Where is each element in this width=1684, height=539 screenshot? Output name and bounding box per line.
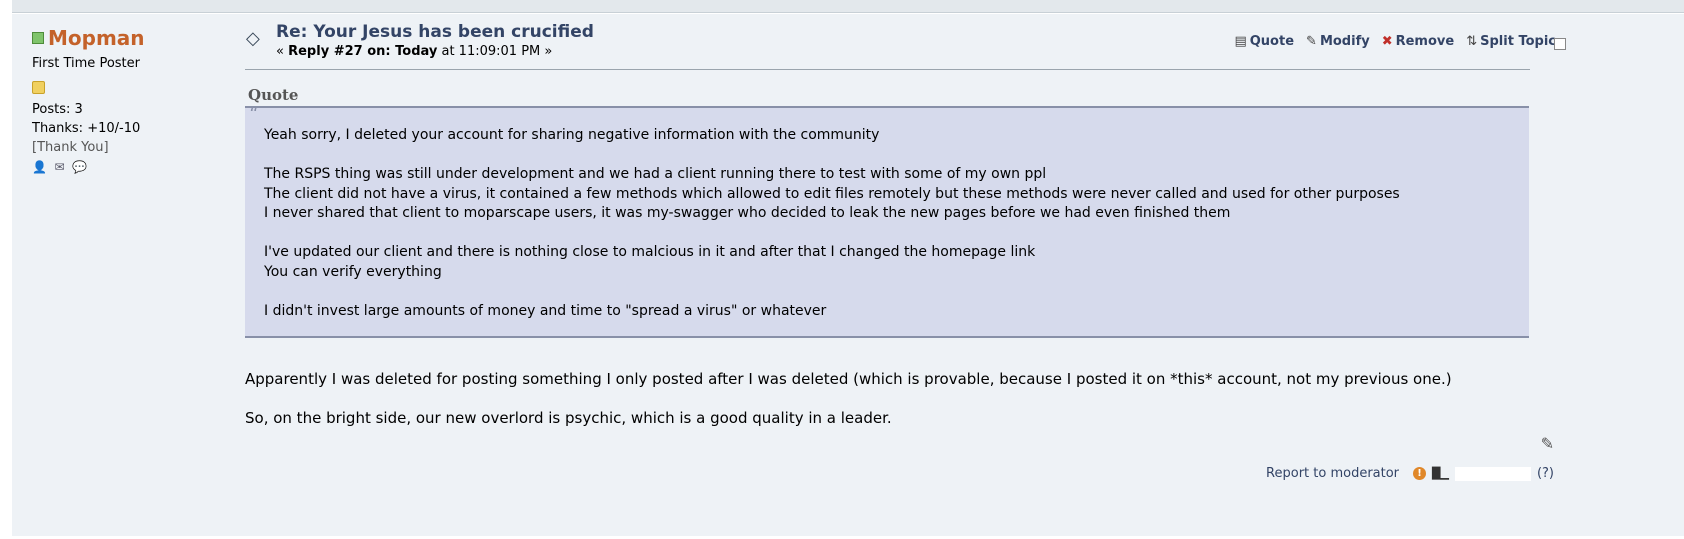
quote-block: “ Yeah sorry, I deleted your account for… (245, 104, 1529, 338)
modify-icon: ✎ (1306, 34, 1317, 49)
split-topic-icon: ⇅ (1466, 34, 1478, 49)
pm-icon[interactable]: 💬 (72, 159, 87, 174)
quote-button[interactable]: ▤ Quote (1234, 34, 1294, 49)
quote-mark-icon: “ (249, 104, 259, 125)
post-body: Apparently I was deleted for posting som… (245, 370, 1452, 448)
poster-posts: Posts: 3 (32, 102, 83, 117)
quote-line: The RSPS thing was still under developme… (264, 166, 1047, 182)
message-icon: ◇ (246, 28, 260, 49)
ip-icon: █▁ (1432, 467, 1449, 480)
quote-line: I've updated our client and there is not… (264, 244, 1036, 260)
previous-post-bottom (12, 0, 1684, 13)
help-link[interactable]: (?) (1537, 466, 1554, 481)
remove-button[interactable]: ✖ Remove (1382, 34, 1455, 49)
post-subject[interactable]: Re: Your Jesus has been crucified (276, 22, 594, 42)
quote-line: Yeah sorry, I deleted your account for s… (264, 127, 880, 143)
quote-line: I never shared that client to moparscape… (264, 205, 1231, 221)
header-divider (245, 69, 1530, 70)
split-topic-label: Split Topic (1480, 34, 1556, 49)
select-post-checkbox[interactable] (1554, 38, 1566, 50)
forum-post: Mopman First Time Poster Posts: 3 Thanks… (12, 14, 1684, 536)
poster-name-link[interactable]: Mopman (48, 26, 145, 50)
thank-you-link[interactable]: [Thank You] (32, 140, 232, 155)
remove-label: Remove (1395, 34, 1455, 49)
reply-number-link[interactable]: Reply #27 on: Today (288, 44, 437, 59)
post-paragraph: So, on the bright side, our new overlord… (245, 409, 892, 427)
modify-inline-icon[interactable]: ✎ (1541, 434, 1554, 453)
poster-thanks: Thanks: +10/-10 (32, 121, 141, 136)
poster-info: Mopman First Time Poster Posts: 3 Thanks… (32, 26, 232, 174)
quote-icon: ▤ (1234, 34, 1247, 49)
post-actions: ▤ Quote ✎ Modify ✖ Remove ⇅ Split Topic (1234, 34, 1556, 49)
online-status-icon (32, 32, 44, 44)
poster-rank: First Time Poster (32, 56, 140, 71)
quote-text: Yeah sorry, I deleted your account for s… (264, 126, 1400, 321)
post-footer: Report to moderator ! █▁ (?) (1266, 466, 1554, 481)
email-icon[interactable]: ✉ (52, 159, 67, 174)
rank-star-icon (32, 81, 45, 94)
reply-info: « Reply #27 on: Today at 11:09:01 PM » (276, 44, 552, 59)
quote-line: You can verify everything (264, 263, 442, 280)
report-to-moderator-link[interactable]: Report to moderator (1266, 466, 1399, 481)
profile-icon[interactable]: 👤 (32, 159, 47, 174)
modify-button[interactable]: ✎ Modify (1306, 34, 1370, 49)
quote-label: Quote (1249, 34, 1295, 49)
quote-line: I didn't invest large amounts of money a… (264, 302, 827, 319)
ip-address (1454, 466, 1531, 481)
reply-time: at 11:09:01 PM » (441, 44, 553, 59)
quote-header: Quote (248, 86, 299, 104)
remove-icon: ✖ (1381, 34, 1393, 49)
quote-line: The client did not have a virus, it cont… (264, 185, 1400, 202)
reply-prefix: « (276, 44, 284, 59)
warning-icon[interactable]: ! (1413, 467, 1427, 480)
split-topic-button[interactable]: ⇅ Split Topic (1466, 34, 1556, 49)
post-paragraph: Apparently I was deleted for posting som… (245, 370, 1452, 388)
modify-label: Modify (1319, 34, 1370, 49)
